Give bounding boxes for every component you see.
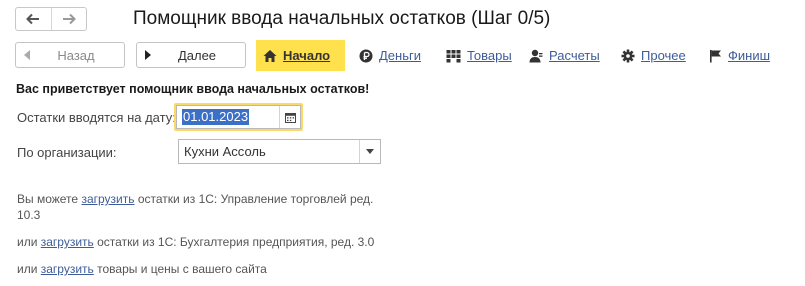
arrow-right-icon: [62, 13, 76, 25]
next-button[interactable]: Далее: [136, 42, 246, 68]
step-finish[interactable]: Финиш: [709, 40, 770, 71]
load-site-text: или загрузить товары и цены с вашего сай…: [17, 261, 267, 277]
triangle-right-icon: [137, 50, 159, 60]
date-label: Остатки вводятся на дату:: [17, 110, 176, 125]
step-goods-label: Товары: [467, 48, 512, 63]
date-field: 01.01.2023: [174, 103, 303, 131]
welcome-text: Вас приветствует помощник ввода начальны…: [16, 82, 370, 96]
step-money-label: Деньги: [379, 48, 421, 63]
load-bp-prefix: или: [17, 235, 41, 249]
load-bp-suffix: остатки из 1С: Бухгалтерия предприятия, …: [93, 235, 375, 249]
calendar-button[interactable]: [279, 106, 300, 128]
load-site-link[interactable]: загрузить: [41, 262, 94, 276]
calendar-icon: [284, 112, 296, 123]
step-finish-label: Финиш: [728, 48, 771, 63]
back-history-button[interactable]: [16, 8, 51, 30]
load-bp-text: или загрузить остатки из 1С: Бухгалтерия…: [17, 234, 374, 250]
step-money[interactable]: Деньги: [359, 40, 421, 71]
flag-icon: [710, 49, 721, 62]
home-icon: [263, 49, 277, 62]
org-value: Кухни Ассоль: [184, 144, 266, 159]
gear-icon: [621, 49, 635, 62]
step-other[interactable]: Прочее: [621, 40, 686, 71]
load-ut-prefix: Вы можете: [17, 192, 82, 206]
step-settlements[interactable]: Расчеты: [529, 40, 600, 71]
step-start-label: Начало: [283, 48, 331, 63]
step-settlements-label: Расчеты: [549, 48, 600, 63]
load-ut-text: Вы можете загрузить остатки из 1С: Управ…: [17, 191, 417, 223]
next-button-label: Далее: [177, 47, 217, 63]
boxes-icon: [446, 49, 461, 62]
step-other-label: Прочее: [641, 48, 686, 63]
back-button[interactable]: Назад: [15, 42, 125, 68]
chevron-down-icon: [366, 149, 374, 154]
history-nav: [15, 7, 87, 31]
step-start[interactable]: Начало: [256, 40, 345, 71]
step-goods[interactable]: Товары: [446, 40, 512, 71]
window-title: Помощник ввода начальных остатков (Шаг 0…: [133, 8, 551, 29]
org-label: По организации:: [17, 145, 117, 160]
load-ut-link[interactable]: загрузить: [81, 192, 134, 206]
org-select[interactable]: Кухни Ассоль: [178, 139, 381, 164]
person-icon: [529, 49, 543, 62]
forward-history-button[interactable]: [50, 8, 87, 30]
triangle-left-icon: [16, 50, 38, 60]
load-ut-line2: 10.3: [17, 208, 41, 222]
org-dropdown-button[interactable]: [359, 140, 380, 163]
load-site-prefix: или: [17, 262, 41, 276]
date-input-box: 01.01.2023: [176, 105, 301, 129]
ruble-icon: [359, 49, 373, 62]
arrow-left-icon: [26, 13, 40, 25]
load-bp-link[interactable]: загрузить: [41, 235, 94, 249]
load-site-suffix: товары и цены с вашего сайта: [93, 262, 267, 276]
date-input[interactable]: 01.01.2023: [182, 109, 250, 125]
back-button-label: Назад: [57, 47, 95, 63]
load-ut-line1: остатки из 1С: Управление торговлей ред.: [134, 192, 374, 206]
